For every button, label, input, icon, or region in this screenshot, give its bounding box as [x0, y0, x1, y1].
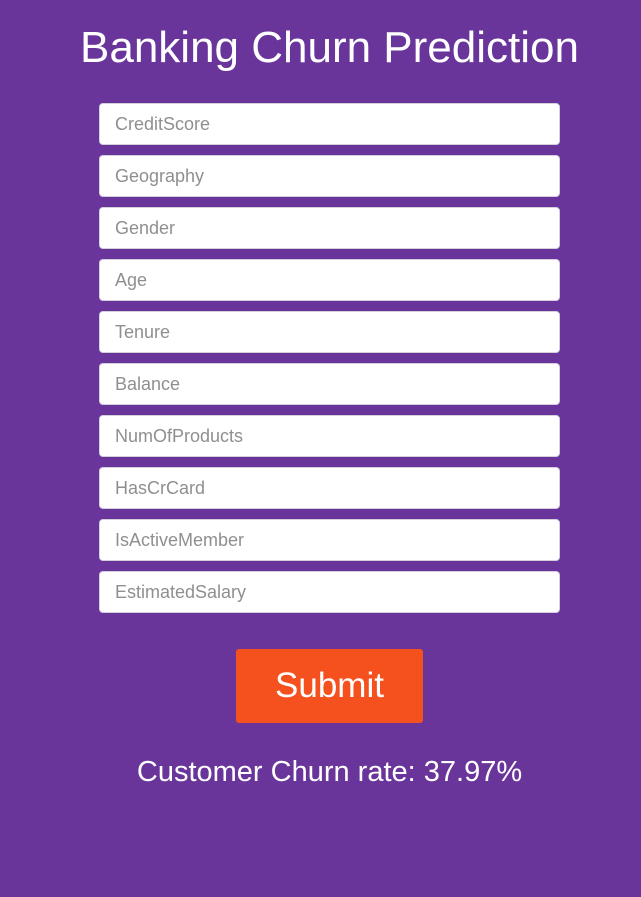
- geography-field[interactable]: [99, 155, 560, 197]
- num-of-products-field[interactable]: [99, 415, 560, 457]
- churn-rate-result: Customer Churn rate: 37.97%: [136, 756, 523, 788]
- age-field[interactable]: [99, 259, 560, 301]
- churn-prediction-form: [99, 103, 560, 623]
- credit-score-field[interactable]: [99, 103, 560, 145]
- estimated-salary-field[interactable]: [99, 571, 560, 613]
- gender-field[interactable]: [99, 207, 560, 249]
- tenure-field[interactable]: [99, 311, 560, 353]
- is-active-member-field[interactable]: [99, 519, 560, 561]
- page-title: Banking Churn Prediction: [80, 23, 579, 72]
- submit-button[interactable]: Submit: [236, 649, 423, 723]
- balance-field[interactable]: [99, 363, 560, 405]
- has-cr-card-field[interactable]: [99, 467, 560, 509]
